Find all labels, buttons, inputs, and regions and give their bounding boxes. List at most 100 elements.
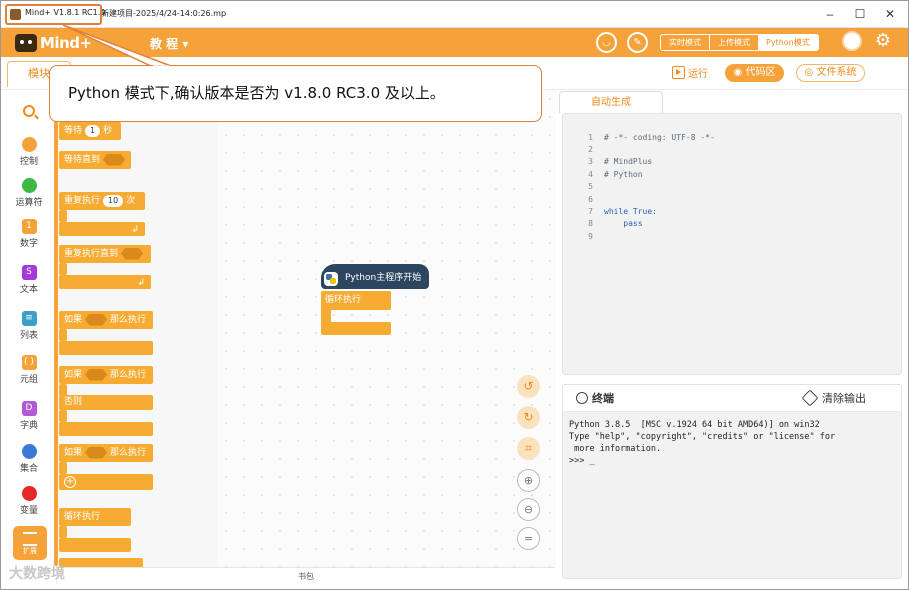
- line-number: 3: [588, 157, 593, 166]
- category-list[interactable]: ≡ 列表: [1, 311, 57, 341]
- block-forever[interactable]: 循环执行: [59, 508, 131, 526]
- category-label: 集合: [19, 464, 38, 474]
- category-numbers[interactable]: 1 数字: [1, 219, 57, 249]
- category-label: 字典: [19, 421, 38, 431]
- block-wait-until[interactable]: 等待直到: [59, 151, 131, 169]
- add-branch-icon[interactable]: +: [64, 476, 76, 488]
- tutorial-menu[interactable]: 教 程 ▾: [150, 35, 188, 52]
- variable-dot-icon: [21, 486, 37, 501]
- code-line: # MindPlus: [604, 157, 653, 166]
- repeat-value[interactable]: 10: [103, 195, 124, 207]
- crop-icon[interactable]: ⌗: [517, 437, 540, 460]
- block-if-expand-bottom: +: [59, 474, 153, 490]
- line-number: 9: [588, 232, 593, 241]
- tab-auto-generate[interactable]: 自动生成: [559, 91, 663, 113]
- block-repeat-until[interactable]: 重复执行直到: [59, 245, 151, 263]
- bookbag-bar[interactable]: 书包: [57, 567, 555, 585]
- code-area-label: 代码区: [745, 67, 776, 78]
- block-label: 那么执行: [110, 448, 147, 458]
- title-bar: Mind+ V1.8.1 RC1.0 新建项目-2025/4/24-14:0:2…: [1, 1, 908, 28]
- block-label: 如果: [64, 370, 83, 380]
- block-if-else[interactable]: 如果 那么执行: [59, 366, 153, 384]
- maximize-button[interactable]: ☐: [849, 5, 871, 23]
- category-text[interactable]: S 文本: [1, 265, 57, 295]
- code-area-button[interactable]: ◉ 代码区: [725, 64, 784, 82]
- search-icon[interactable]: [23, 105, 35, 117]
- user-avatar[interactable]: [842, 31, 862, 51]
- block-label: 次: [126, 196, 136, 206]
- category-set[interactable]: 集合: [1, 444, 57, 474]
- extension-button[interactable]: 扩展: [13, 526, 47, 560]
- robot-logo-icon: [15, 34, 37, 52]
- block-repeat[interactable]: 重复执行 10 次: [59, 192, 145, 210]
- line-number: 2: [588, 145, 593, 154]
- category-dict[interactable]: D 字典: [1, 401, 57, 431]
- dict-icon: D: [21, 401, 37, 416]
- file-system-button[interactable]: ◎ 文件系统: [796, 64, 865, 82]
- code-editor[interactable]: [562, 113, 902, 375]
- block-label: 重复执行直到: [64, 249, 119, 259]
- tuple-icon: ( ): [21, 355, 37, 370]
- mode-python[interactable]: Python模式: [758, 35, 818, 50]
- zoom-reset-icon[interactable]: =: [517, 527, 540, 550]
- feedback-icon[interactable]: ✎: [627, 32, 648, 53]
- code-line: # -*- coding: UTF-8 -*-: [604, 133, 715, 142]
- category-label: 运算符: [15, 198, 43, 208]
- block-wait[interactable]: 等待 1 秒: [59, 122, 121, 140]
- zoom-in-icon[interactable]: ⊕: [517, 469, 540, 492]
- zoom-out-icon[interactable]: ⊖: [517, 498, 540, 521]
- project-name: 新建项目-2025/4/24-14:0:26.mp: [101, 9, 227, 18]
- block-if-then-expandable[interactable]: 如果 那么执行: [59, 444, 153, 462]
- palette-scrollbar[interactable]: [54, 121, 58, 566]
- text-icon: S: [21, 265, 37, 280]
- gear-icon[interactable]: ⚙: [873, 30, 893, 52]
- mode-realtime[interactable]: 实时模式: [661, 35, 709, 50]
- workspace-loop-block[interactable]: 循环执行: [321, 291, 391, 310]
- run-button[interactable]: 运行: [672, 65, 708, 80]
- block-if-then[interactable]: 如果 那么执行: [59, 311, 153, 329]
- block-arm: [59, 263, 67, 275]
- python-logo-icon: [324, 272, 338, 286]
- minimize-button[interactable]: –: [819, 5, 841, 23]
- condition-slot[interactable]: [85, 313, 108, 326]
- category-variable[interactable]: 变量: [1, 486, 57, 516]
- block-label: 那么执行: [110, 370, 147, 380]
- file-system-label: 文件系统: [816, 67, 857, 78]
- number-icon: 1: [21, 219, 37, 234]
- condition-slot[interactable]: [121, 247, 144, 260]
- main-header: Mind+ 教 程 ▾ ◡ ✎ 实时模式 上传模式 Python模式 ⚙: [1, 28, 908, 57]
- block-else: 否则: [59, 395, 153, 410]
- condition-slot[interactable]: [103, 153, 126, 166]
- community-icon[interactable]: ◡: [596, 32, 617, 53]
- watermark: 大数跨境: [9, 566, 65, 582]
- category-operators[interactable]: 运算符: [1, 178, 57, 208]
- terminal-title: 终端: [576, 390, 614, 406]
- category-control[interactable]: 控制: [1, 137, 57, 167]
- terminal-panel[interactable]: [562, 384, 902, 579]
- condition-slot[interactable]: [85, 368, 108, 381]
- block-arm: [59, 410, 67, 422]
- category-tuple[interactable]: ( ) 元组: [1, 355, 57, 385]
- line-number: 6: [588, 195, 593, 204]
- wait-value[interactable]: 1: [85, 125, 101, 137]
- mode-upload[interactable]: 上传模式: [709, 35, 758, 50]
- mindplus-logo: Mind+: [15, 33, 92, 53]
- undo-icon[interactable]: ↺: [517, 375, 540, 398]
- list-icon: ≡: [21, 311, 37, 326]
- category-label: 控制: [19, 157, 38, 167]
- block-label: 那么执行: [110, 315, 147, 325]
- block-if-bottom: [59, 341, 153, 355]
- close-button[interactable]: ✕: [879, 5, 901, 23]
- condition-slot[interactable]: [85, 446, 108, 459]
- control-dot-icon: [21, 137, 37, 152]
- terminal-prompt[interactable]: >>> _: [569, 456, 595, 466]
- block-arm: [59, 329, 67, 341]
- block-palette: 等待 1 秒 等待直到 重复执行 10 次 ↲ 重复执行直到 ↲ 如果 那么执行 如果 那么…: [57, 90, 217, 568]
- block-label: 秒: [103, 126, 113, 136]
- redo-icon[interactable]: ↻: [517, 406, 540, 429]
- run-label: 运行: [688, 69, 708, 80]
- mode-switch: 实时模式 上传模式 Python模式: [660, 34, 819, 51]
- line-number: 7: [588, 207, 593, 216]
- clear-output-button[interactable]: 清除输出: [801, 389, 866, 407]
- clear-output-label: 清除输出: [822, 392, 866, 405]
